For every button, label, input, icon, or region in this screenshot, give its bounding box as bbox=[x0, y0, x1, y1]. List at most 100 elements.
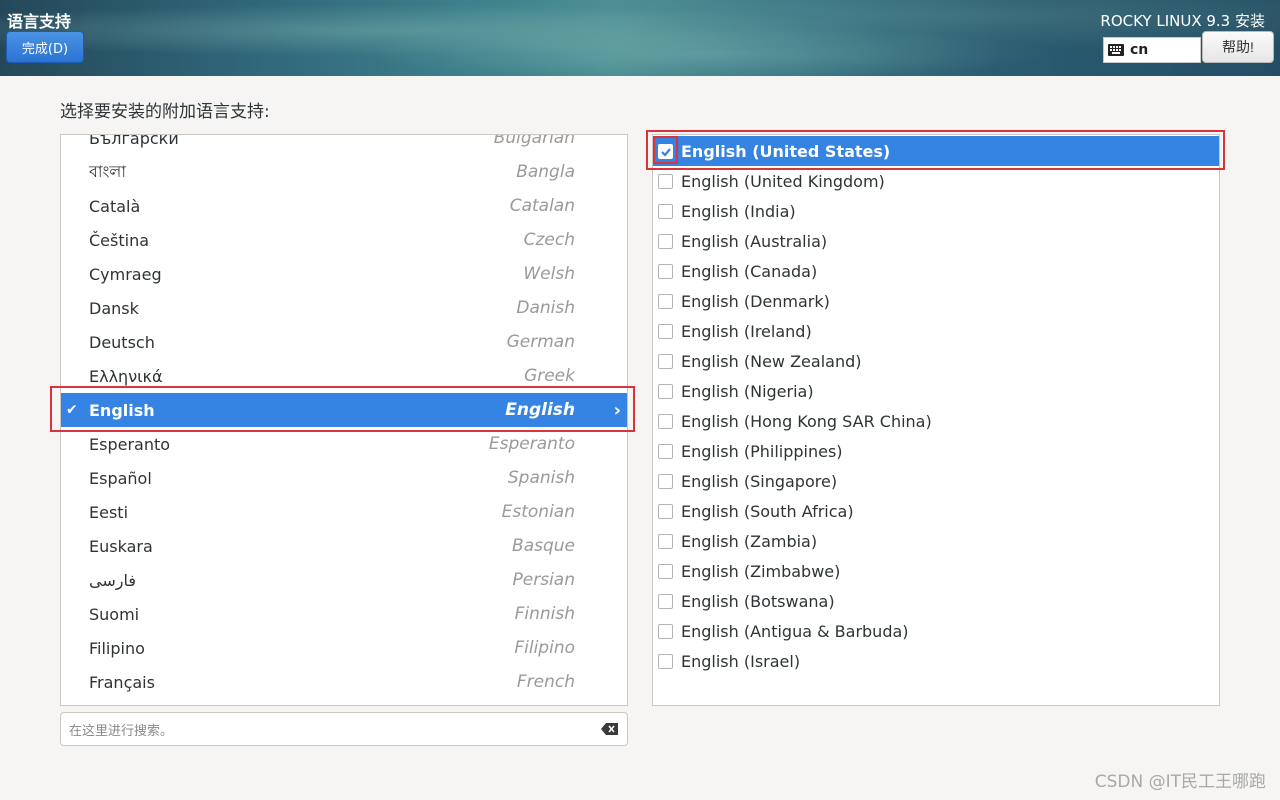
language-native-name: Čeština bbox=[89, 230, 150, 250]
locale-checkbox[interactable] bbox=[658, 173, 673, 189]
locale-row[interactable]: English (Antigua & Barbuda) bbox=[653, 616, 1219, 646]
language-english-name: French bbox=[516, 672, 575, 692]
language-row[interactable]: Français French bbox=[61, 665, 627, 699]
language-english-name: Finnish bbox=[514, 604, 575, 624]
locale-label: English (Israel) bbox=[681, 651, 801, 671]
language-row[interactable]: Deutsch German bbox=[61, 325, 627, 359]
keyboard-layout-indicator[interactable]: cn bbox=[1103, 37, 1201, 63]
language-english-name: Greek bbox=[524, 366, 575, 386]
language-row[interactable]: Dansk Danish bbox=[61, 291, 627, 325]
locale-checkbox[interactable] bbox=[658, 473, 673, 489]
help-button[interactable]: 帮助! bbox=[1202, 31, 1274, 63]
done-button[interactable]: 完成(D) bbox=[6, 31, 84, 63]
language-row[interactable]: Čeština Czech bbox=[61, 223, 627, 257]
locale-row[interactable]: English (South Africa) bbox=[653, 496, 1219, 526]
locale-label: English (Nigeria) bbox=[681, 381, 814, 401]
header-bar: 语言支持 完成(D) ROCKY LINUX 9.3 安装 cn 帮助! bbox=[0, 0, 1280, 76]
locale-checkbox[interactable] bbox=[658, 623, 673, 639]
locale-row[interactable]: English (Denmark) bbox=[653, 286, 1219, 316]
spoke-title: 语言支持 bbox=[7, 12, 72, 31]
locale-label: English (Ireland) bbox=[681, 321, 812, 341]
locale-row[interactable]: English (India) bbox=[653, 196, 1219, 226]
locale-checkbox[interactable] bbox=[658, 563, 673, 579]
locale-label: English (Zambia) bbox=[681, 531, 818, 551]
locale-label: English (New Zealand) bbox=[681, 351, 862, 371]
locale-checkbox[interactable] bbox=[658, 413, 673, 429]
search-input[interactable]: 在这里进行搜索。 bbox=[60, 712, 628, 746]
language-row[interactable]: Filipino Filipino bbox=[61, 631, 627, 665]
locale-checkbox[interactable] bbox=[658, 203, 673, 219]
language-english-name: Filipino bbox=[514, 638, 575, 658]
language-english-name: German bbox=[506, 332, 575, 352]
language-native-name: Suomi bbox=[89, 604, 140, 624]
language-english-name: Bangla bbox=[516, 162, 575, 182]
locale-row[interactable]: English (Ireland) bbox=[653, 316, 1219, 346]
language-english-name: Spanish bbox=[507, 468, 575, 488]
locale-label: English (Canada) bbox=[681, 261, 818, 281]
locale-row[interactable]: English (Botswana) bbox=[653, 586, 1219, 616]
locale-label: English (Australia) bbox=[681, 231, 828, 251]
language-english-name: Czech bbox=[523, 230, 575, 250]
language-native-name: Català bbox=[89, 196, 141, 216]
locale-row[interactable]: English (Canada) bbox=[653, 256, 1219, 286]
language-english-name: Catalan bbox=[509, 196, 575, 216]
language-native-name: Filipino bbox=[89, 638, 145, 658]
language-native-name: Ελληνικά bbox=[89, 366, 163, 386]
locale-checkbox[interactable] bbox=[658, 263, 673, 279]
locale-row[interactable]: English (Singapore) bbox=[653, 466, 1219, 496]
locale-checkbox[interactable] bbox=[658, 383, 673, 399]
locale-list[interactable]: English (United States) English (United K… bbox=[652, 134, 1220, 706]
locale-label: English (South Africa) bbox=[681, 501, 854, 521]
locale-row[interactable]: English (Israel) bbox=[653, 646, 1219, 676]
locale-label: English (Zimbabwe) bbox=[681, 561, 841, 581]
locale-checkbox[interactable] bbox=[658, 593, 673, 609]
language-row[interactable]: Suomi Finnish bbox=[61, 597, 627, 631]
locale-checkbox[interactable] bbox=[658, 323, 673, 339]
language-native-name: Español bbox=[89, 468, 152, 488]
locale-row[interactable]: English (United Kingdom) bbox=[653, 166, 1219, 196]
language-row[interactable]: Català Catalan bbox=[61, 189, 627, 223]
language-row[interactable]: فارسی Persian bbox=[61, 563, 627, 597]
keyboard-layout-label: cn bbox=[1130, 42, 1149, 58]
language-english-name: Bulgarian bbox=[493, 134, 575, 148]
page-prompt: 选择要安装的附加语言支持: bbox=[60, 102, 270, 122]
language-native-name: Eesti bbox=[89, 502, 129, 522]
language-row[interactable]: Български Bulgarian bbox=[61, 134, 627, 155]
language-english-name: Estonian bbox=[501, 502, 575, 522]
language-row[interactable]: Español Spanish bbox=[61, 461, 627, 495]
language-native-name: Euskara bbox=[89, 536, 153, 556]
highlight-box-us-checkbox bbox=[653, 136, 678, 164]
locale-label: English (Antigua & Barbuda) bbox=[681, 621, 909, 641]
language-native-name: Esperanto bbox=[89, 434, 171, 454]
locale-row[interactable]: English (Hong Kong SAR China) bbox=[653, 406, 1219, 436]
language-english-name: Danish bbox=[516, 298, 575, 318]
locale-row[interactable]: English (Zimbabwe) bbox=[653, 556, 1219, 586]
language-native-name: বাংলা bbox=[89, 161, 126, 181]
language-row[interactable]: Cymraeg Welsh bbox=[61, 257, 627, 291]
language-row[interactable]: Eesti Estonian bbox=[61, 495, 627, 529]
language-english-name: Basque bbox=[512, 536, 575, 556]
locale-checkbox[interactable] bbox=[658, 503, 673, 519]
locale-label: English (Denmark) bbox=[681, 291, 830, 311]
locale-label: English (Hong Kong SAR China) bbox=[681, 411, 932, 431]
language-native-name: Français bbox=[89, 672, 155, 692]
language-native-name: Cymraeg bbox=[89, 264, 162, 284]
locale-checkbox[interactable] bbox=[658, 533, 673, 549]
clear-search-icon[interactable] bbox=[601, 723, 619, 735]
locale-checkbox[interactable] bbox=[658, 353, 673, 369]
locale-row[interactable]: English (New Zealand) bbox=[653, 346, 1219, 376]
language-row[interactable]: Esperanto Esperanto bbox=[61, 427, 627, 461]
locale-checkbox[interactable] bbox=[658, 293, 673, 309]
locale-checkbox[interactable] bbox=[658, 653, 673, 669]
language-row[interactable]: Euskara Basque bbox=[61, 529, 627, 563]
language-row[interactable]: বাংলা Bangla bbox=[61, 155, 627, 189]
locale-label: English (Singapore) bbox=[681, 471, 838, 491]
locale-checkbox[interactable] bbox=[658, 233, 673, 249]
locale-row[interactable]: English (Zambia) bbox=[653, 526, 1219, 556]
locale-row[interactable]: English (Nigeria) bbox=[653, 376, 1219, 406]
keyboard-icon bbox=[1108, 44, 1124, 56]
locale-row[interactable]: English (Philippines) bbox=[653, 436, 1219, 466]
product-title: ROCKY LINUX 9.3 安装 bbox=[1100, 12, 1265, 30]
locale-checkbox[interactable] bbox=[658, 443, 673, 459]
locale-row[interactable]: English (Australia) bbox=[653, 226, 1219, 256]
